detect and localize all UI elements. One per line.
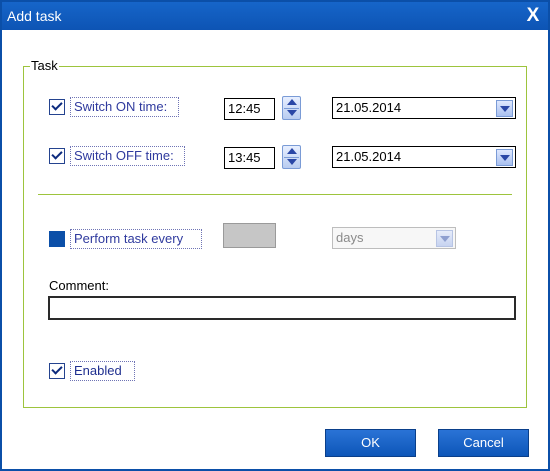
switch-off-time-spinner[interactable] <box>282 145 301 169</box>
chevron-down-icon[interactable] <box>496 149 513 166</box>
cancel-button[interactable]: Cancel <box>438 429 529 457</box>
enabled-label[interactable]: Enabled <box>70 361 135 381</box>
switch-on-time-spinner[interactable] <box>282 96 301 120</box>
perform-task-label[interactable]: Perform task every <box>70 229 202 249</box>
ok-button[interactable]: OK <box>325 429 416 457</box>
switch-on-label[interactable]: Switch ON time: <box>70 97 179 117</box>
switch-on-date-select[interactable]: 21.05.2014 <box>332 97 516 119</box>
perform-task-checkbox[interactable] <box>49 231 65 247</box>
spin-down-icon[interactable] <box>287 110 297 116</box>
switch-off-label[interactable]: Switch OFF time: <box>70 146 185 166</box>
switch-off-date-value: 21.05.2014 <box>336 149 402 164</box>
switch-on-date-value: 21.05.2014 <box>336 100 402 115</box>
switch-on-checkbox[interactable] <box>49 99 65 115</box>
chevron-down-icon[interactable] <box>436 230 453 247</box>
chevron-down-icon[interactable] <box>496 100 513 117</box>
comment-label: Comment: <box>49 278 109 293</box>
interval-unit-value: days <box>336 230 364 245</box>
close-icon[interactable]: X <box>522 5 544 27</box>
title-bar[interactable]: Add task X <box>2 2 548 30</box>
interval-unit-select[interactable]: days <box>332 227 456 249</box>
interval-input[interactable] <box>223 223 276 248</box>
spin-down-icon[interactable] <box>287 159 297 165</box>
switch-on-time-input[interactable]: 12:45 <box>224 98 275 120</box>
switch-off-checkbox[interactable] <box>49 148 65 164</box>
spin-up-icon[interactable] <box>287 148 297 154</box>
dialog-title: Add task <box>7 8 62 24</box>
enabled-checkbox[interactable] <box>49 363 65 379</box>
comment-input[interactable] <box>48 296 516 320</box>
add-task-dialog: Add task X Task Switch ON time: 12:45 21… <box>0 0 550 471</box>
group-divider <box>38 194 512 195</box>
switch-off-date-select[interactable]: 21.05.2014 <box>332 146 516 168</box>
task-group-title: Task <box>30 58 59 73</box>
spin-up-icon[interactable] <box>287 99 297 105</box>
switch-off-time-input[interactable]: 13:45 <box>224 147 275 169</box>
